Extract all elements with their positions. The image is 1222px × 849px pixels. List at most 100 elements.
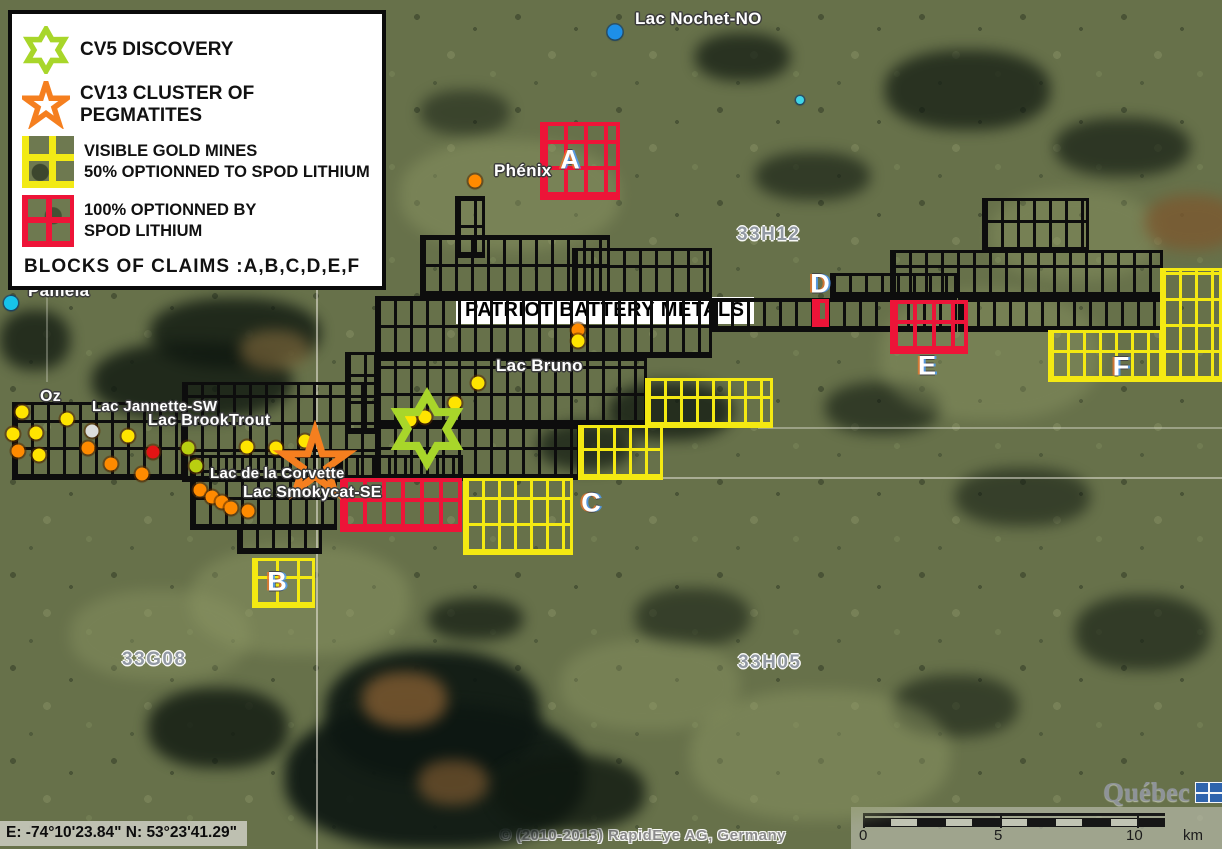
claim-block-black [958, 298, 1163, 332]
scale-segment [1083, 818, 1110, 827]
scale-label-0: 0 [859, 827, 867, 844]
scale-tick [1000, 813, 1002, 828]
terrain-patch [362, 672, 447, 727]
terrain-patch [885, 50, 1050, 130]
terrain-patch [418, 760, 488, 805]
yellow-claim-swatch-icon [22, 136, 74, 188]
poi-marker [4, 296, 18, 310]
mine-marker [105, 458, 118, 471]
mine-marker [449, 397, 462, 410]
graticule-line [758, 427, 1222, 429]
place-label: Oz [40, 388, 61, 406]
legend-item-gold-claims: VISIBLE GOLD MINES 50% OPTIONNED TO SPOD… [22, 136, 374, 188]
legend-item-cv13: CV13 CLUSTER OF PEGMATITES [22, 81, 374, 129]
mine-marker [194, 484, 207, 497]
mine-marker [147, 446, 160, 459]
scale-segment [1138, 818, 1165, 827]
place-label: Lac Nochet-NO [635, 9, 762, 29]
mine-marker [242, 505, 255, 518]
terrain-patch [1055, 118, 1190, 176]
mine-marker [61, 413, 74, 426]
mine-marker [225, 502, 238, 515]
place-label: Lac Bruno [496, 356, 583, 376]
mine-marker [12, 445, 25, 458]
scale-bar: 0 5 10 km [851, 807, 1222, 849]
mine-marker [241, 441, 254, 454]
scale-segment [863, 818, 890, 827]
scale-segment [1028, 818, 1055, 827]
quebec-flag-icon [1195, 782, 1222, 803]
terrain-patch [240, 330, 310, 370]
mine-marker [182, 442, 195, 455]
claim-block-black [890, 250, 1163, 298]
scale-bar-track [863, 813, 1165, 832]
scale-segment [1000, 818, 1027, 827]
legend-label: 100% OPTIONNED BY SPOD LITHIUM [84, 200, 256, 243]
scale-segment [918, 818, 945, 827]
mine-marker [86, 425, 99, 438]
red-claim-swatch-icon [22, 195, 74, 247]
mine-marker [7, 428, 20, 441]
terrain-patch [695, 33, 790, 81]
coordinate-readout: E: -74°10'23.84" N: 53°23'41.29" [0, 821, 247, 846]
mine-marker [270, 442, 283, 455]
claim-block-red [812, 299, 829, 327]
scale-segment [1110, 818, 1137, 827]
scale-label-5: 5 [994, 827, 1002, 844]
terrain-patch [560, 640, 740, 730]
terrain-patch [1075, 595, 1210, 670]
scale-label-km: km [1183, 827, 1203, 844]
graticule-line [640, 477, 1222, 479]
mine-marker [404, 414, 417, 427]
quebec-logo: Québec [1103, 777, 1222, 808]
claim-block-yellow [1160, 268, 1222, 382]
terrain-patch [148, 688, 288, 768]
place-label: Lac BrookTrout [148, 412, 270, 430]
place-label: Lac Smokycat-SE [243, 484, 382, 502]
terrain-patch [0, 310, 70, 370]
legend-item-cv5: CV5 DISCOVERY [22, 26, 374, 74]
claim-block-label-a: A [560, 145, 580, 176]
claim-block-black [572, 248, 712, 298]
map-sheet-label: 33H12 [737, 224, 801, 246]
poi-marker [608, 25, 623, 40]
map-canvas[interactable]: CV5 DISCOVERY CV13 CLUSTER OF PEGMATITES… [0, 0, 1222, 849]
mine-marker [299, 435, 312, 448]
legend-label: CV5 DISCOVERY [80, 39, 233, 61]
map-sheet-label: 33H05 [738, 652, 802, 674]
terrain-patch [420, 90, 510, 135]
mine-marker [33, 449, 46, 462]
terrain-patch [428, 598, 523, 640]
quebec-wordmark: Québec [1103, 777, 1190, 808]
mine-marker [16, 406, 29, 419]
terrain-patch [755, 152, 870, 200]
mine-marker [572, 335, 585, 348]
claim-block-yellow [463, 478, 573, 555]
legend-item-spod-claims: 100% OPTIONNED BY SPOD LITHIUM [22, 195, 374, 247]
legend: CV5 DISCOVERY CV13 CLUSTER OF PEGMATITES… [8, 10, 386, 290]
terrain-patch [495, 755, 645, 830]
claim-block-red [890, 300, 968, 354]
claim-block-black [375, 296, 712, 358]
legend-label: VISIBLE GOLD MINES 50% OPTIONNED TO SPOD… [84, 141, 370, 184]
terrain-patch [1145, 195, 1222, 250]
place-label: Lac de la Corvette [210, 465, 345, 482]
mine-marker [122, 430, 135, 443]
scale-segment [973, 818, 1000, 827]
cv5-star-icon [22, 26, 70, 74]
mine-marker [30, 427, 43, 440]
claim-block-black [237, 524, 322, 554]
claim-block-label-c: C [581, 488, 601, 519]
claim-block-yellow [645, 378, 773, 428]
claim-block-label-f: F [1113, 352, 1130, 383]
terrain-patch [635, 588, 750, 646]
claim-block-black [982, 198, 1089, 253]
mine-marker [82, 442, 95, 455]
mine-marker [419, 411, 432, 424]
claim-block-label-e: E [918, 351, 936, 382]
scale-segment [1055, 818, 1082, 827]
claim-block-yellow [578, 425, 663, 480]
scale-segment [890, 818, 917, 827]
scale-label-10: 10 [1126, 827, 1143, 844]
claim-block-label-b: B [267, 567, 287, 598]
